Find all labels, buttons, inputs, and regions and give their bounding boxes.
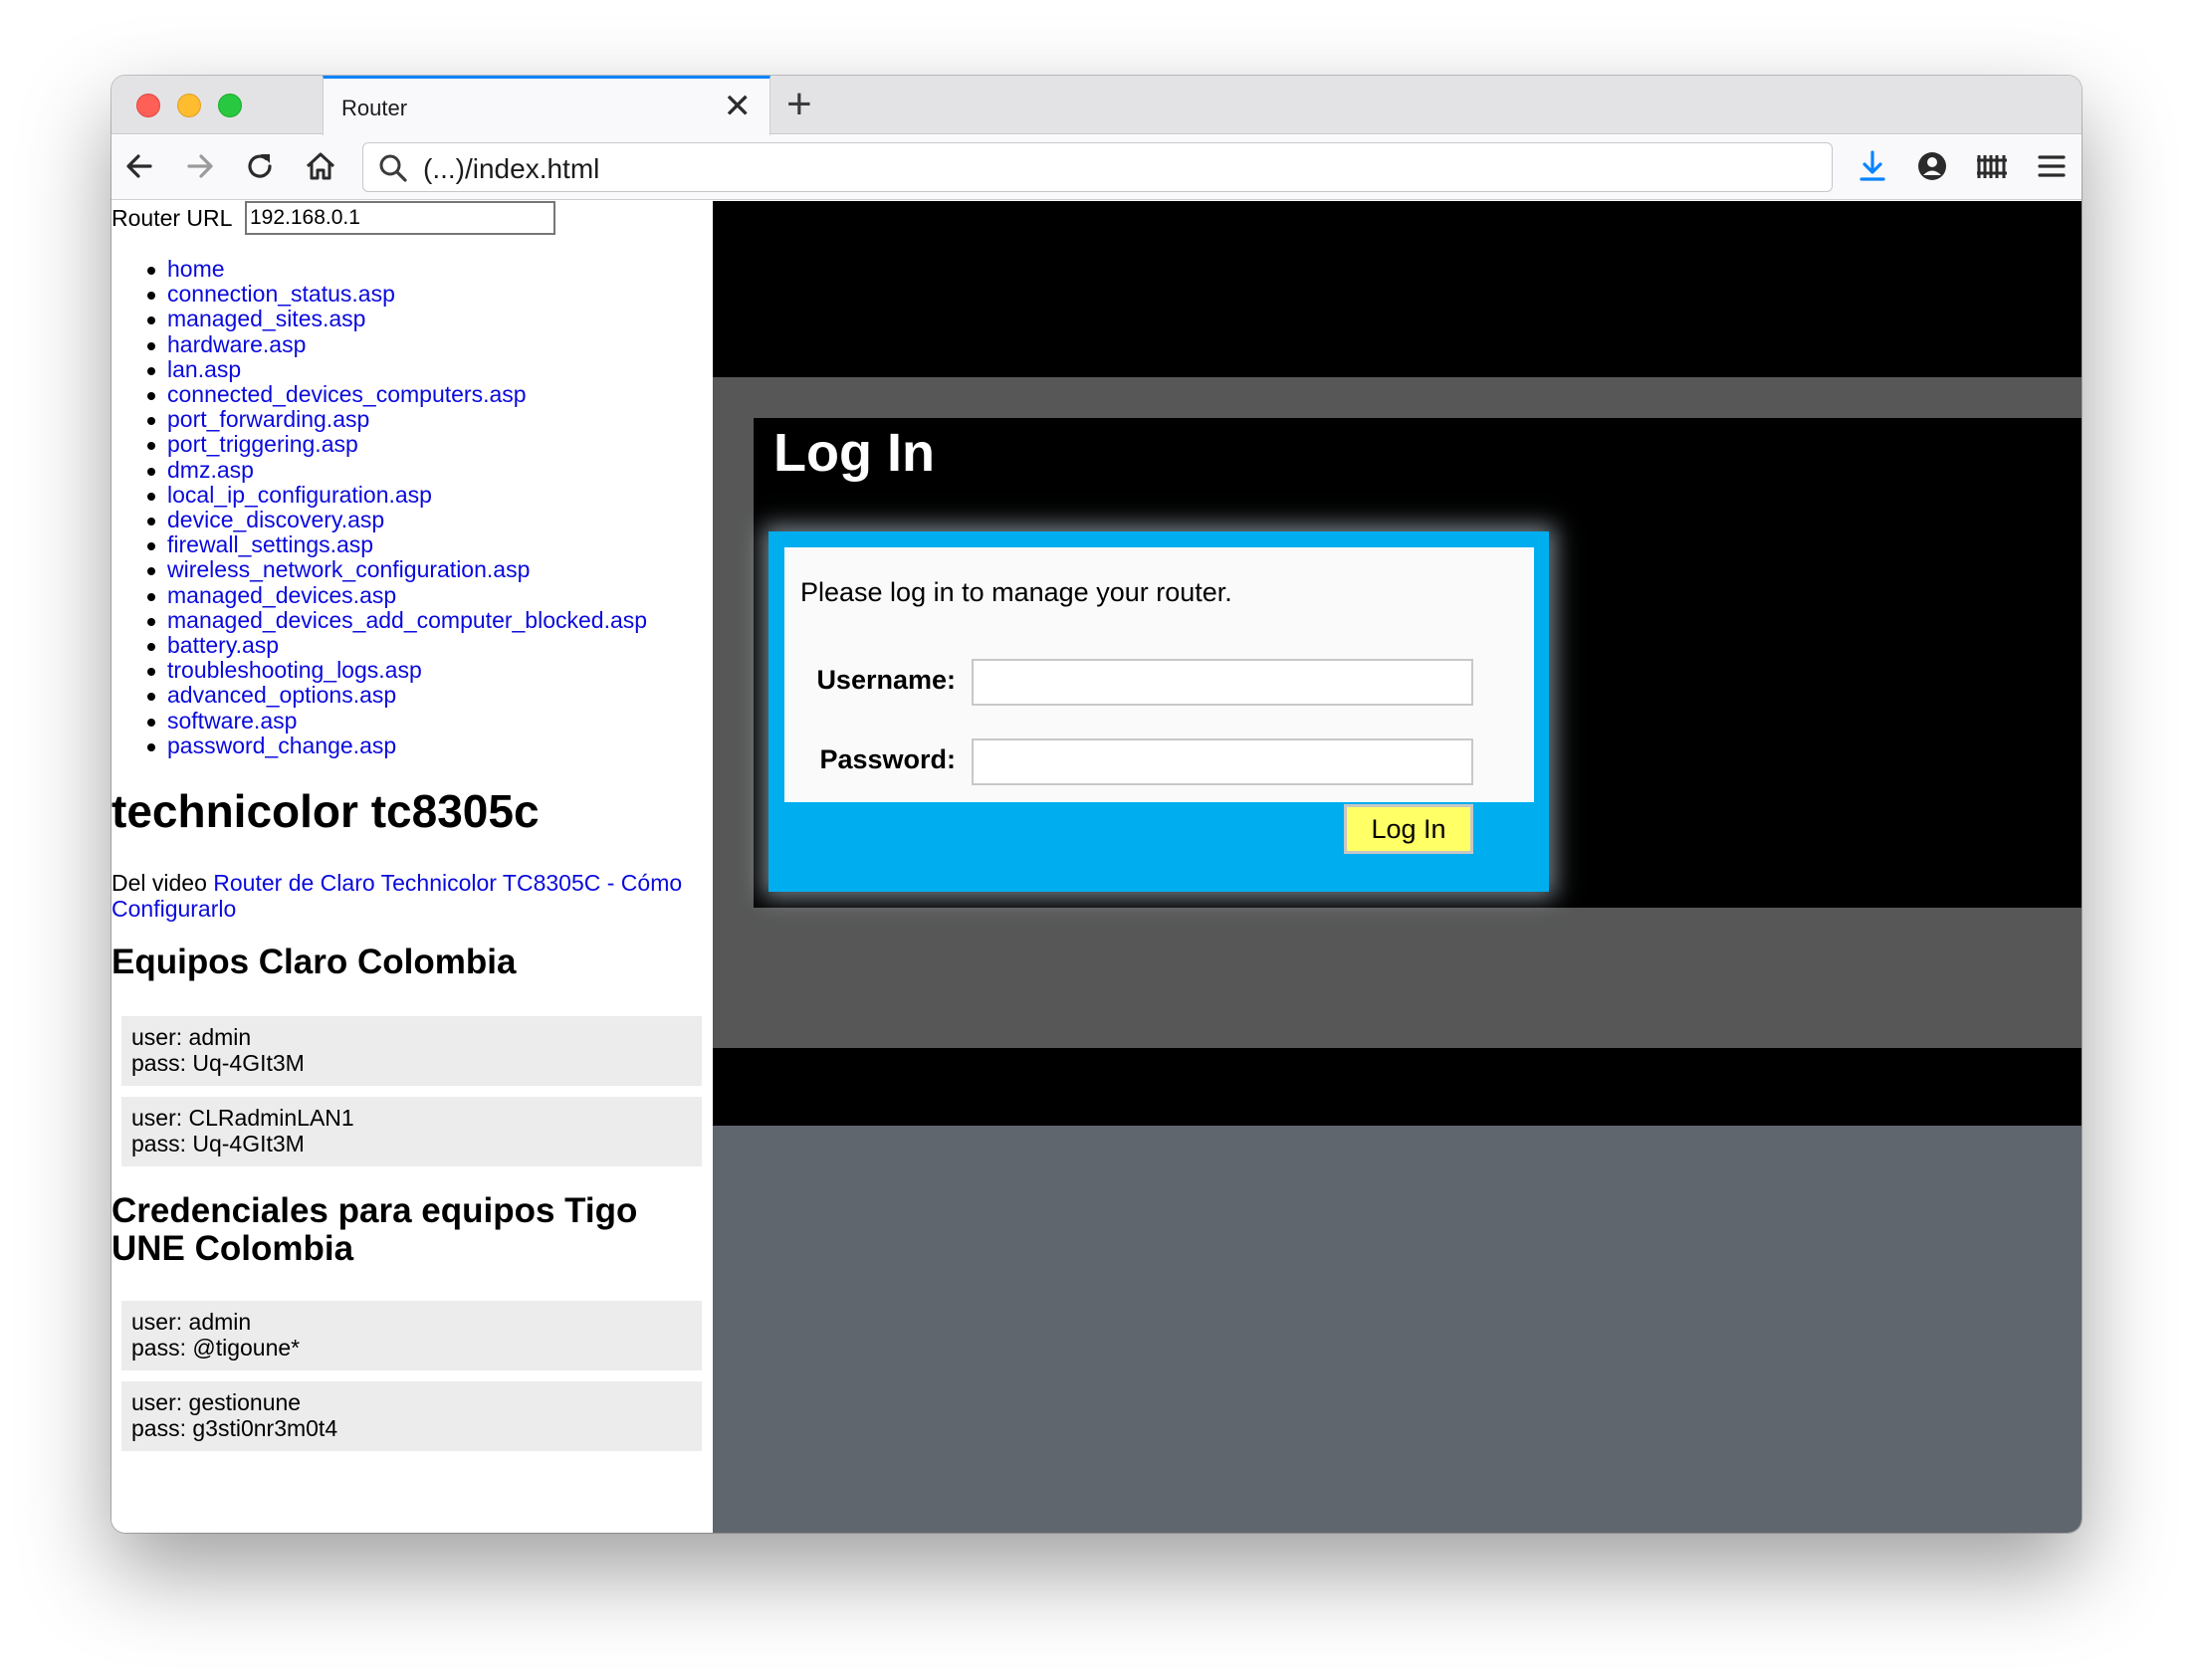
home-icon[interactable] [302, 147, 339, 185]
library-icon[interactable] [1973, 147, 2011, 185]
link-managed-sites[interactable]: managed_sites.asp [167, 306, 365, 331]
left-panel: Router URL home connection_status.asp ma… [111, 201, 713, 1533]
link-home[interactable]: home [167, 256, 225, 282]
tigo-heading: Credenciales para equipos Tigo UNE Colom… [111, 1191, 638, 1268]
list-item: lan.asp [146, 356, 647, 382]
link-port-forwarding[interactable]: port_forwarding.asp [167, 406, 369, 432]
footer-band [713, 1048, 2082, 1126]
link-advanced-options[interactable]: advanced_options.asp [167, 682, 396, 708]
link-software[interactable]: software.asp [167, 708, 297, 734]
router-url-row: Router URL [111, 203, 232, 233]
list-item: firewall_settings.asp [146, 531, 647, 557]
password-label: Password: [819, 744, 956, 774]
tab-title: Router [341, 96, 408, 120]
credential-user: user: admin [131, 1309, 252, 1335]
credential-card: user: CLRadminLAN1 pass: Uq-4GIt3M [121, 1097, 702, 1166]
link-dmz[interactable]: dmz.asp [167, 457, 254, 483]
list-item: software.asp [146, 708, 647, 734]
router-url-label: Router URL [111, 205, 233, 231]
link-managed-devices[interactable]: managed_devices.asp [167, 582, 396, 608]
page-link-list: home connection_status.asp managed_sites… [146, 256, 647, 758]
page-viewport: Router URL home connection_status.asp ma… [111, 201, 2082, 1533]
back-arrow-icon[interactable] [120, 147, 158, 185]
menu-icon[interactable] [2033, 147, 2071, 185]
credential-pass: pass: Uq-4GIt3M [131, 1049, 305, 1076]
link-device-discovery[interactable]: device_discovery.asp [167, 507, 384, 532]
list-item: managed_sites.asp [146, 306, 647, 331]
credential-pass: pass: @tigoune* [131, 1334, 301, 1361]
credential-user: user: gestionune [131, 1389, 302, 1415]
link-lan[interactable]: lan.asp [167, 356, 241, 382]
header-band [713, 201, 2082, 377]
new-tab-button[interactable]: + [786, 78, 812, 131]
credential-card: user: admin pass: Uq-4GIt3M [121, 1016, 702, 1086]
link-hardware[interactable]: hardware.asp [167, 331, 306, 357]
link-connection-status[interactable]: connection_status.asp [167, 281, 395, 307]
link-connected-devices[interactable]: connected_devices_computers.asp [167, 381, 527, 407]
tab-router[interactable]: Router ✕ [323, 76, 770, 135]
list-item: hardware.asp [146, 331, 647, 357]
forward-arrow-icon[interactable] [181, 147, 219, 185]
credential-user: user: CLRadminLAN1 [131, 1105, 354, 1131]
close-window-button[interactable] [136, 94, 160, 117]
minimize-window-button[interactable] [177, 94, 201, 117]
list-item: troubleshooting_logs.asp [146, 657, 647, 683]
list-item: managed_devices.asp [146, 582, 647, 608]
list-item: password_change.asp [146, 733, 647, 758]
credential-pass: pass: Uq-4GIt3M [131, 1130, 305, 1156]
link-managed-devices-add-computer-blocked[interactable]: managed_devices_add_computer_blocked.asp [167, 607, 647, 633]
video-source-paragraph: Del video Router de Claro Technicolor TC… [111, 870, 713, 922]
zoom-window-button[interactable] [218, 94, 242, 117]
claro-heading: Equipos Claro Colombia [111, 943, 517, 981]
link-wireless-network-configuration[interactable]: wireless_network_configuration.asp [167, 556, 530, 582]
list-item: battery.asp [146, 632, 647, 658]
close-tab-icon[interactable]: ✕ [724, 87, 753, 126]
login-title: Log In [773, 423, 935, 483]
list-item: managed_devices_add_computer_blocked.asp [146, 607, 647, 633]
link-battery[interactable]: battery.asp [167, 632, 279, 658]
list-item: port_forwarding.asp [146, 406, 647, 432]
router-url-input[interactable] [245, 201, 555, 235]
list-item: wireless_network_configuration.asp [146, 556, 647, 582]
link-troubleshooting-logs[interactable]: troubleshooting_logs.asp [167, 657, 422, 683]
username-label: Username: [816, 665, 956, 695]
tab-bar: Router ✕ + [111, 76, 2082, 135]
list-item: dmz.asp [146, 457, 647, 483]
link-port-triggering[interactable]: port_triggering.asp [167, 431, 358, 457]
link-password-change[interactable]: password_change.asp [167, 733, 396, 758]
list-item: local_ip_configuration.asp [146, 482, 647, 508]
list-item: home [146, 256, 647, 282]
navigation-toolbar: (...)/index.html [111, 135, 2082, 200]
search-icon [379, 154, 407, 182]
download-icon[interactable] [1854, 147, 1891, 185]
link-local-ip-configuration[interactable]: local_ip_configuration.asp [167, 482, 432, 508]
list-item: advanced_options.asp [146, 682, 647, 708]
video-prefix-text: Del video [111, 870, 214, 896]
url-text[interactable]: (...)/index.html [423, 153, 599, 185]
credential-pass: pass: g3sti0nr3m0t4 [131, 1414, 338, 1441]
list-item: device_discovery.asp [146, 507, 647, 532]
account-icon[interactable] [1913, 147, 1951, 185]
link-firewall-settings[interactable]: firewall_settings.asp [167, 531, 373, 557]
login-form: Please log in to manage your router. Use… [768, 531, 1549, 892]
list-item: connected_devices_computers.asp [146, 381, 647, 407]
credential-user: user: admin [131, 1024, 252, 1050]
credential-card: user: admin pass: @tigoune* [121, 1301, 702, 1370]
password-field[interactable] [972, 738, 1473, 785]
login-message: Please log in to manage your router. [800, 577, 1232, 607]
login-panel: Log In Please log in to manage your rout… [754, 418, 2082, 908]
address-bar[interactable]: (...)/index.html [362, 142, 1833, 192]
router-emulator-frame: Log In Please log in to manage your rout… [713, 201, 2082, 1533]
login-button[interactable]: Log In [1344, 804, 1473, 854]
login-form-body: Please log in to manage your router. Use… [784, 547, 1534, 802]
credential-card: user: gestionune pass: g3sti0nr3m0t4 [121, 1381, 702, 1451]
router-model-heading: technicolor tc8305c [111, 785, 540, 837]
reload-icon[interactable] [241, 147, 279, 185]
username-field[interactable] [972, 659, 1473, 706]
list-item: connection_status.asp [146, 281, 647, 307]
list-item: port_triggering.asp [146, 431, 647, 457]
browser-window: Router ✕ + (...)/index.html Router URL 1… [111, 76, 2082, 1533]
